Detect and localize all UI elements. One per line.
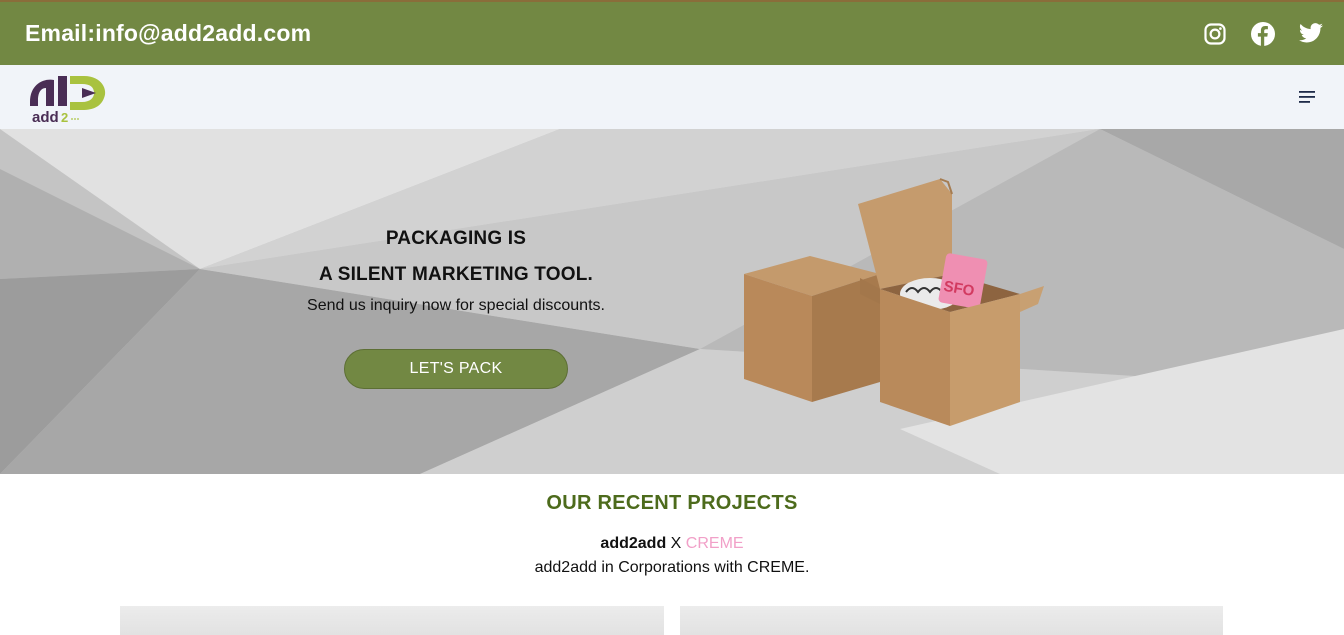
project-brand: add2add [600, 535, 667, 552]
hero-title-line-1: PACKAGING IS [385, 228, 527, 249]
project-partner-link[interactable]: CREME [686, 535, 744, 552]
hero-title-line-2: A SILENT MARKETING TOOL. [319, 264, 593, 285]
twitter-icon[interactable] [1298, 21, 1324, 47]
project-separator: X [670, 535, 682, 552]
hero-subtitle: Send us inquiry now for special discount… [307, 297, 605, 314]
hero-background [0, 129, 1344, 474]
contact-email[interactable]: Email:info@add2add.com [25, 20, 311, 47]
top-bar: Email:info@add2add.com [0, 0, 1344, 65]
project-heading: add2add X CREME [0, 535, 1344, 553]
project-image-right [680, 606, 1223, 635]
nav-bar: add 2 [0, 65, 1344, 129]
project-description: add2add in Corporations with CREME. [534, 559, 810, 576]
instagram-icon[interactable] [1202, 21, 1228, 47]
recent-projects-section: OUR RECENT PROJECTS add2add X CREME add2… [0, 474, 1344, 635]
lets-pack-button[interactable]: LET'S PACK [344, 349, 568, 389]
packaging-boxes-image: SFO [744, 178, 1044, 426]
section-title: OUR RECENT PROJECTS [546, 492, 798, 514]
svg-text:add: add [32, 109, 59, 126]
hamburger-menu-icon[interactable] [1296, 85, 1320, 109]
svg-text:2: 2 [61, 110, 68, 125]
facebook-icon[interactable] [1250, 21, 1276, 47]
hero-copy: PACKAGING IS A SILENT MARKETING TOOL. Se… [256, 221, 656, 315]
site-logo[interactable]: add 2 [24, 68, 108, 126]
hero-banner: PACKAGING IS A SILENT MARKETING TOOL. Se… [0, 129, 1344, 474]
social-links [1202, 21, 1324, 47]
project-image-left [120, 606, 664, 635]
